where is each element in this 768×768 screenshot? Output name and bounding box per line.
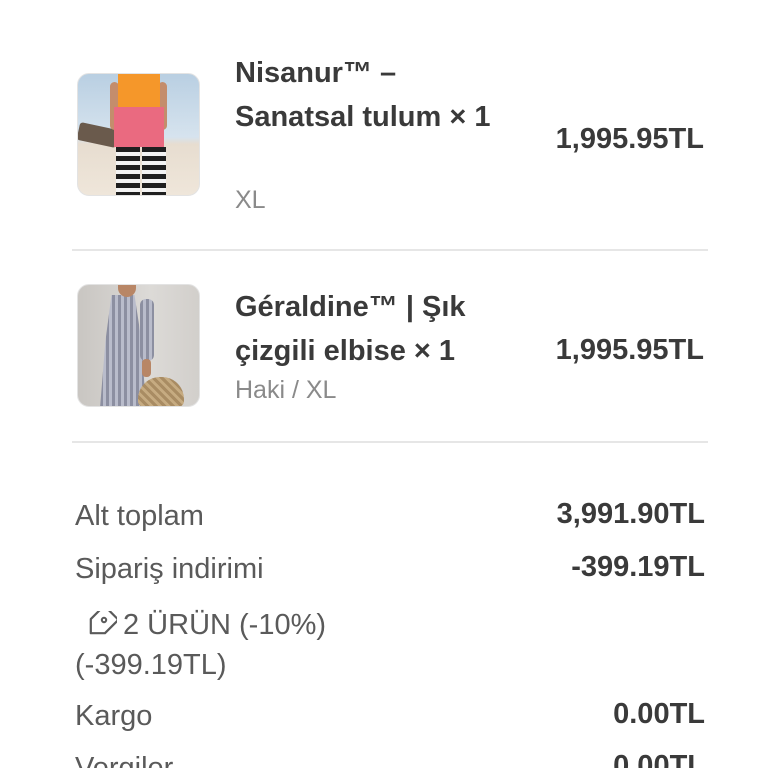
product-thumbnail-dress — [77, 284, 200, 407]
item-price: 1,995.95TL — [555, 334, 704, 366]
divider — [72, 249, 708, 251]
divider — [72, 441, 708, 443]
item-variant: Haki / XL — [235, 376, 337, 404]
product-thumbnail-jumpsuit — [77, 73, 200, 196]
item-title: Géraldine™ | Şık çizgili elbise × 1 — [235, 291, 466, 367]
tag-icon — [83, 605, 119, 635]
discount-code-line: 2 ÜRÜN (-10%) (-399.19TL) — [75, 605, 495, 685]
taxes-label: Vergiler — [75, 752, 174, 768]
discount-value: -399.19TL — [571, 551, 705, 583]
taxes-value: 0.00TL — [613, 750, 705, 768]
shipping-label: Kargo — [75, 700, 153, 732]
subtotal-value: 3,991.90TL — [556, 498, 705, 530]
discount-label: Sipariş indirimi — [75, 553, 264, 585]
order-summary-page: Nisanur™ – Sanatsal tulum × 1 XL 1,995.9… — [0, 0, 768, 768]
subtotal-label: Alt toplam — [75, 500, 204, 532]
shipping-value: 0.00TL — [613, 698, 705, 730]
item-price: 1,995.95TL — [555, 123, 704, 155]
discount-code-amount: (-399.19TL) — [75, 649, 227, 681]
discount-code: 2 ÜRÜN (-10%) — [123, 609, 327, 641]
item-title: Nisanur™ – Sanatsal tulum × 1 — [235, 57, 491, 133]
item-variant: XL — [235, 186, 266, 214]
